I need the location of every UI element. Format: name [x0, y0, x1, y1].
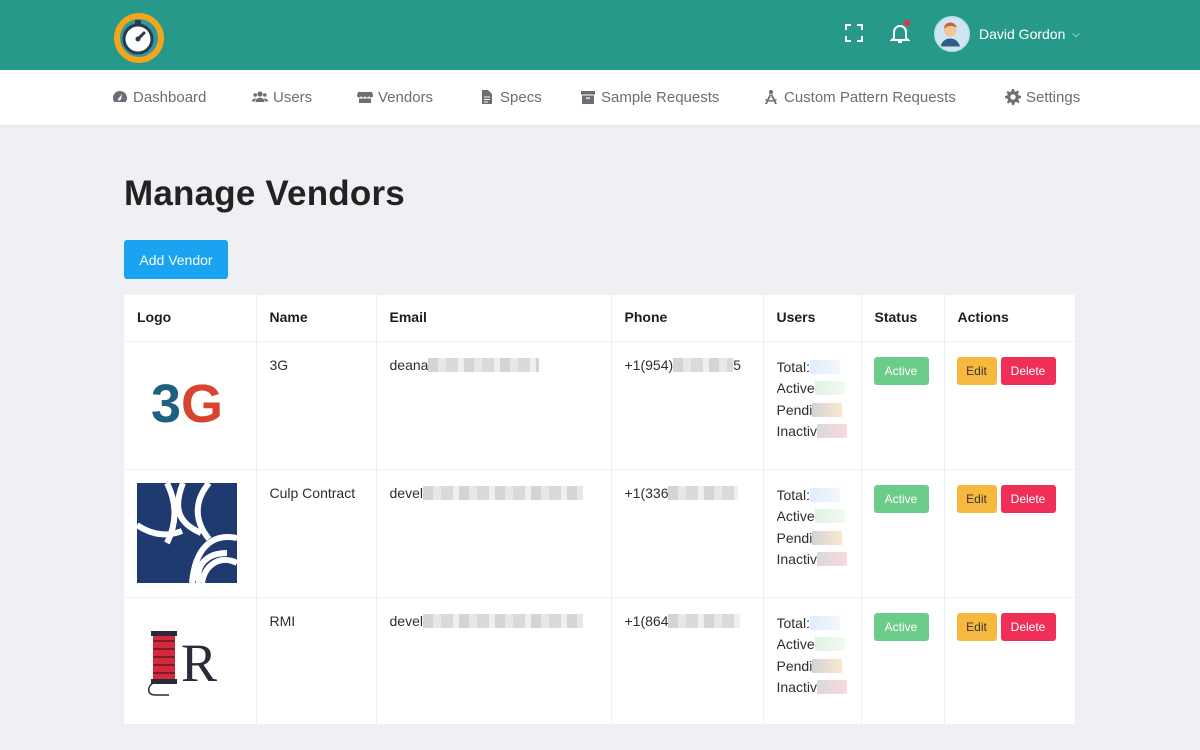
nav-label: Dashboard [133, 88, 207, 106]
main-nav: Dashboard Users Vendors Specs Sample Req… [0, 70, 1200, 125]
notification-button[interactable] [888, 20, 912, 45]
vendor-name: RMI [256, 597, 377, 724]
fullscreen-icon[interactable] [842, 21, 866, 45]
nav-item-settings[interactable]: Settings [1005, 87, 1080, 107]
nav-item-specs[interactable]: Specs [479, 87, 542, 107]
avatar [934, 16, 970, 52]
logo-cell: R [124, 597, 257, 724]
status-badge: Active [873, 612, 929, 641]
column-header: Name [256, 295, 377, 342]
top-bar: David Gordon ⌵ [0, 0, 1200, 70]
column-header: Actions [944, 295, 1075, 342]
nav-item-vendors[interactable]: Vendors [357, 87, 433, 107]
tachometer-icon [113, 91, 127, 102]
column-header: Email [376, 295, 612, 342]
column-header: Status [861, 295, 945, 342]
add-vendor-button[interactable]: Add Vendor [124, 240, 228, 279]
vendor-status: Active [861, 341, 945, 470]
vendor-actions: Edit Delete [944, 469, 1075, 598]
table-row: Culp Contract devel +1(336 Total: Active… [124, 469, 1075, 598]
vendor-status: Active [861, 469, 945, 598]
vendor-phone: +1(864 [611, 597, 764, 724]
drafting-compass-icon [765, 90, 777, 104]
table-row: R RMI devel +1(864 Total: Active Pendi I… [124, 597, 1075, 724]
status-badge: Active [873, 484, 929, 513]
nav-item-dashboard[interactable]: Dashboard [112, 87, 206, 107]
vendor-users: Total: Active Pendi Inactiv [763, 469, 862, 598]
edit-button[interactable]: Edit [956, 612, 997, 641]
nav-label: Vendors [378, 88, 434, 106]
vendor-email: devel [376, 469, 612, 598]
delete-button[interactable]: Delete [1000, 612, 1056, 641]
logo-cell: 3G [124, 341, 257, 470]
archive-icon [581, 91, 595, 104]
gear-icon [1005, 89, 1021, 105]
nav-label: Settings [1026, 88, 1081, 106]
nav-item-sample-requests[interactable]: Sample Requests [580, 87, 719, 107]
vendor-email: deana [376, 341, 612, 470]
store-icon [357, 92, 373, 103]
vendor-name: Culp Contract [256, 469, 377, 598]
vendor-phone: +1(336 [611, 469, 764, 598]
delete-button[interactable]: Delete [1000, 356, 1056, 385]
nav-label: Sample Requests [601, 88, 720, 106]
nav-label: Custom Pattern Requests [784, 88, 956, 106]
column-header: Logo [124, 295, 257, 342]
user-name: David Gordon [979, 26, 1066, 42]
delete-button[interactable]: Delete [1000, 484, 1056, 513]
vendor-logo-text: R [181, 633, 217, 693]
vendor-users: Total: Active Pendi Inactiv [763, 341, 862, 470]
column-header: Users [763, 295, 862, 342]
stopwatch-logo-icon[interactable] [113, 12, 165, 64]
table-header-row: Logo Name Email Phone Users Status Actio… [124, 295, 1075, 342]
table-row: 3G 3G deana +1(954) 5 Total: Active Pendi… [124, 341, 1075, 470]
nav-item-custom-pattern-requests[interactable]: Custom Pattern Requests [763, 87, 956, 107]
vendors-table: Logo Name Email Phone Users Status Actio… [124, 295, 1075, 724]
vendor-logo-rmi: R [148, 630, 217, 696]
vendor-users: Total: Active Pendi Inactiv [763, 597, 862, 724]
notification-dot [904, 20, 910, 26]
vendor-logo-3g: 3G [151, 374, 223, 434]
edit-button[interactable]: Edit [956, 484, 997, 513]
status-badge: Active [873, 356, 929, 385]
vendor-name: 3G [256, 341, 377, 470]
vendor-email: devel [376, 597, 612, 724]
user-menu[interactable]: David Gordon ⌵ [934, 16, 1080, 52]
vendor-actions: Edit Delete [944, 341, 1075, 470]
vendor-phone: +1(954) 5 [611, 341, 764, 470]
vendor-logo-culp [137, 482, 237, 583]
logo-cell [124, 469, 257, 598]
vendor-status: Active [861, 597, 945, 724]
nav-label: Users [273, 88, 313, 106]
nav-label: Specs [500, 88, 542, 106]
edit-button[interactable]: Edit [956, 356, 997, 385]
vendor-actions: Edit Delete [944, 597, 1075, 724]
page-title: Manage Vendors [124, 174, 405, 213]
users-icon [252, 91, 268, 102]
chevron-down-icon: ⌵ [1072, 28, 1080, 40]
file-icon [482, 90, 492, 104]
nav-item-users[interactable]: Users [252, 87, 312, 107]
column-header: Phone [611, 295, 764, 342]
